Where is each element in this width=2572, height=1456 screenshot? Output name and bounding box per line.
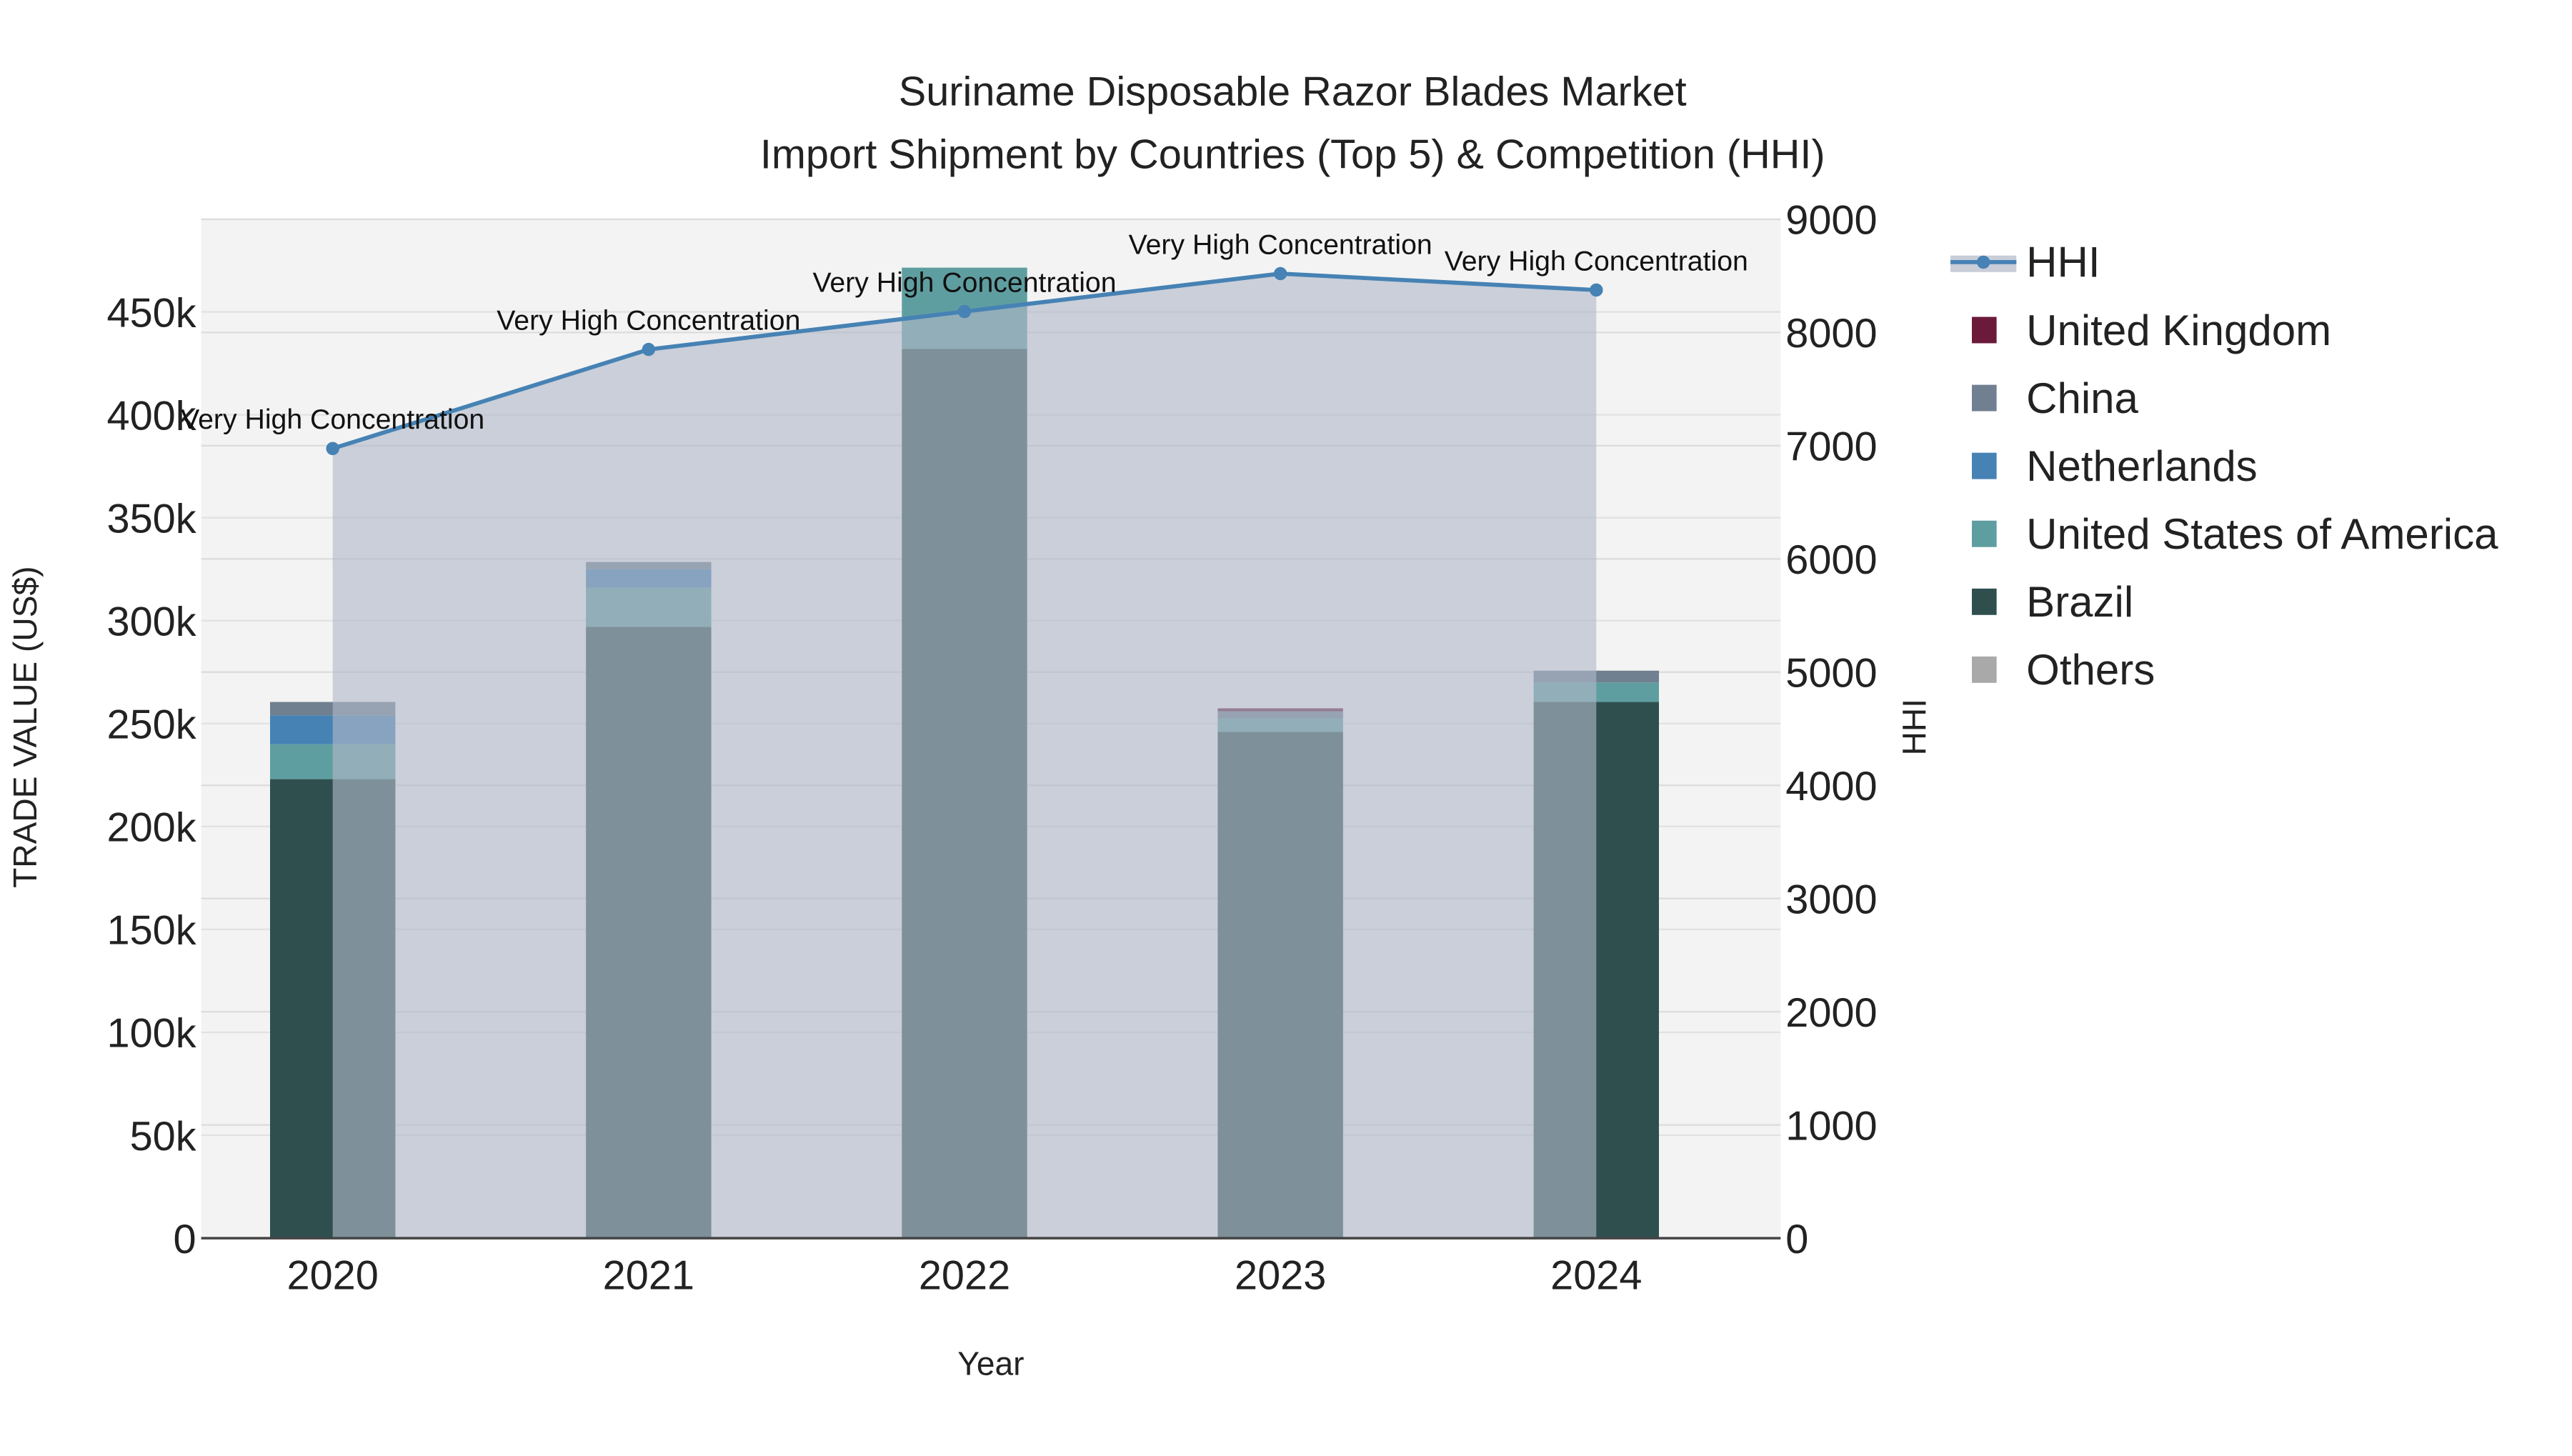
- y-axis-title: TRADE VALUE (US$): [6, 567, 44, 888]
- y2-tick-label: 5000: [1785, 651, 1877, 697]
- legend-label: Others: [2026, 646, 2155, 694]
- legend-swatch: [1972, 452, 1997, 479]
- hhi-annotation: Very High Concentration: [497, 304, 800, 336]
- hhi-annotation: Very High Concentration: [1445, 245, 1748, 276]
- y2-tick-label: 8000: [1785, 311, 1877, 356]
- legend-swatch-hhi-marker: [1976, 255, 1990, 269]
- x-tick-label: 2020: [287, 1253, 379, 1299]
- y-tick-label: 450k: [107, 290, 196, 336]
- y2-tick-label: 2000: [1785, 990, 1877, 1036]
- hhi-point: [1590, 283, 1603, 297]
- legend-swatch: [1972, 316, 1997, 344]
- legend-label: Netherlands: [2026, 442, 2258, 490]
- chart-title: Suriname Disposable Razor Blades Market: [899, 69, 1687, 115]
- y2-tick-label: 7000: [1785, 424, 1877, 470]
- hhi-point: [1273, 266, 1287, 281]
- hhi-area: [332, 273, 1597, 1239]
- y-tick-label: 0: [174, 1217, 196, 1262]
- hhi-point: [957, 304, 972, 319]
- chart-container: Suriname Disposable Razor Blades Market …: [0, 0, 2572, 1447]
- x-tick-label: 2022: [919, 1253, 1010, 1299]
- legend-swatch: [1972, 588, 1997, 615]
- y2-tick-label: 4000: [1785, 764, 1877, 809]
- y-tick-label: 300k: [107, 599, 196, 645]
- y2-tick-label: 6000: [1785, 537, 1877, 583]
- y-tick-label: 350k: [107, 496, 196, 542]
- y-tick-label: 200k: [107, 805, 196, 851]
- hhi-annotation: Very High Concentration: [181, 404, 484, 435]
- x-tick-label: 2024: [1550, 1253, 1642, 1299]
- hhi-annotation: Very High Concentration: [1129, 229, 1432, 260]
- chart-subtitle: Import Shipment by Countries (Top 5) & C…: [760, 131, 1825, 177]
- hhi-point: [642, 342, 656, 356]
- legend-label: Brazil: [2026, 578, 2133, 626]
- x-tick-label: 2021: [603, 1253, 694, 1299]
- hhi-point: [326, 442, 339, 456]
- legend-label: HHI: [2026, 239, 2100, 286]
- y-tick-label: 250k: [107, 702, 196, 748]
- legend-label: United Kingdom: [2026, 306, 2331, 354]
- y-tick-label: 100k: [107, 1011, 196, 1057]
- y2-tick-label: 1000: [1785, 1103, 1877, 1149]
- x-tick-label: 2023: [1235, 1253, 1326, 1299]
- legend-swatch: [1972, 384, 1997, 412]
- legend-label: China: [2026, 374, 2138, 422]
- x-axis-title: Year: [957, 1345, 1024, 1382]
- y2-tick-label: 0: [1785, 1217, 1808, 1262]
- legend-label: United States of America: [2026, 510, 2498, 558]
- legend-swatch: [1972, 656, 1997, 683]
- y2-tick-label: 3000: [1785, 877, 1877, 922]
- y-tick-label: 150k: [107, 908, 196, 954]
- legend-swatch: [1972, 520, 1997, 547]
- hhi-annotation: Very High Concentration: [812, 266, 1116, 298]
- y2-axis-title: HHI: [1895, 699, 1933, 755]
- y-tick-label: 50k: [130, 1114, 196, 1160]
- y2-tick-label: 9000: [1785, 198, 1877, 244]
- chart-svg: Suriname Disposable Razor Blades Market …: [6, 69, 2498, 1382]
